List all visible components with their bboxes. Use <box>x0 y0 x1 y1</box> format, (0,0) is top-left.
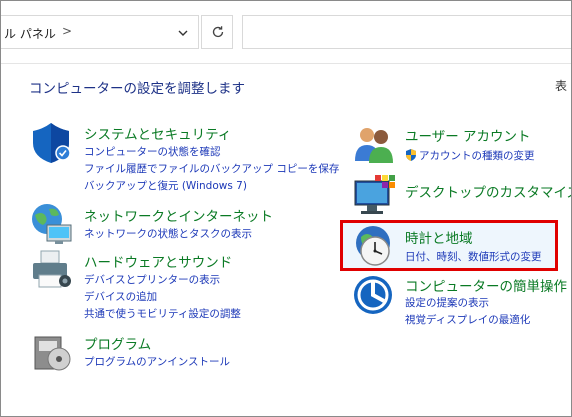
control-panel-window: ル パネル > コンピューターの設定を調整します 表 システムとセキュリティ コ… <box>0 0 572 417</box>
category-link[interactable]: アカウントの種類の変更 <box>405 148 535 163</box>
category-title[interactable]: コンピューターの簡単操作 <box>405 275 567 295</box>
shield-icon <box>33 123 71 163</box>
category-link[interactable]: デバイスの追加 <box>84 289 157 304</box>
search-input[interactable] <box>242 15 571 49</box>
category-system-security: システムとセキュリティ コンピューターの状態を確認 ファイル履歴でファイルのバッ… <box>29 119 339 199</box>
category-hardware-sound: ハードウェアとサウンド デバイスとプリンターの表示 デバイスの追加 共通で使うモ… <box>29 247 329 322</box>
category-title[interactable]: システムとセキュリティ <box>84 123 231 143</box>
printer-icon <box>33 250 71 288</box>
category-link[interactable]: コンピューターの状態を確認 <box>84 144 221 159</box>
category-title[interactable]: ハードウェアとサウンド <box>84 251 232 271</box>
page-title: コンピューターの設定を調整します <box>29 81 245 97</box>
category-title[interactable]: ユーザー アカウント <box>405 125 531 145</box>
category-desktop-customization: デスクトップのカスタマイズ <box>351 173 571 218</box>
users-icon <box>355 128 393 163</box>
toolbar: ル パネル > <box>1 1 571 64</box>
refresh-button[interactable] <box>201 15 233 49</box>
category-title[interactable]: デスクトップのカスタマイズ <box>405 181 571 201</box>
uac-shield-icon <box>406 149 416 161</box>
category-title[interactable]: 時計と地域 <box>405 227 473 247</box>
accessibility-icon <box>354 276 392 314</box>
view-by-label[interactable]: 表 <box>555 77 567 94</box>
link-text: アカウントの種類の変更 <box>419 150 535 162</box>
breadcrumb: ル パネル <box>4 25 56 42</box>
category-ease-of-access: コンピューターの簡単操作 設定の提案の表示 視覚ディスプレイの最適化 <box>351 273 567 333</box>
category-clock-region: 時計と地域 日付、時刻、数値形式の変更 <box>351 223 556 269</box>
category-link[interactable]: プログラムのアンインストール <box>84 354 230 369</box>
category-link[interactable]: 設定の提案の表示 <box>405 295 489 310</box>
category-link[interactable]: ネットワークの状態とタスクの表示 <box>84 226 252 241</box>
breadcrumb-item-control-panel[interactable]: ル パネル <box>4 27 56 41</box>
refresh-icon <box>212 26 224 38</box>
address-bar[interactable]: ル パネル > <box>1 15 199 49</box>
chevron-down-icon[interactable] <box>176 26 190 40</box>
desktop-icon <box>354 175 395 214</box>
category-programs: プログラム プログラムのアンインストール <box>29 329 329 374</box>
category-link[interactable]: ファイル履歴でファイルのバックアップ コピーを保存 <box>84 161 339 176</box>
category-link[interactable]: 共通で使うモビリティ設定の調整 <box>84 306 241 321</box>
category-link[interactable]: デバイスとプリンターの表示 <box>84 272 220 287</box>
category-link[interactable]: バックアップと復元 (Windows 7) <box>84 178 247 193</box>
category-title[interactable]: プログラム <box>84 333 151 353</box>
category-user-accounts: ユーザー アカウント アカウントの種類の変更 <box>351 121 561 169</box>
category-link[interactable]: 視覚ディスプレイの最適化 <box>405 312 530 327</box>
network-globe-icon <box>32 204 72 244</box>
category-link[interactable]: 日付、時刻、数値形式の変更 <box>405 249 542 264</box>
programs-disc-icon <box>34 336 71 371</box>
category-network-internet: ネットワークとインターネット ネットワークの状態とタスクの表示 <box>29 201 329 246</box>
clock-globe-icon <box>356 226 390 266</box>
breadcrumb-separator[interactable]: > <box>62 24 72 38</box>
category-title[interactable]: ネットワークとインターネット <box>84 205 273 225</box>
